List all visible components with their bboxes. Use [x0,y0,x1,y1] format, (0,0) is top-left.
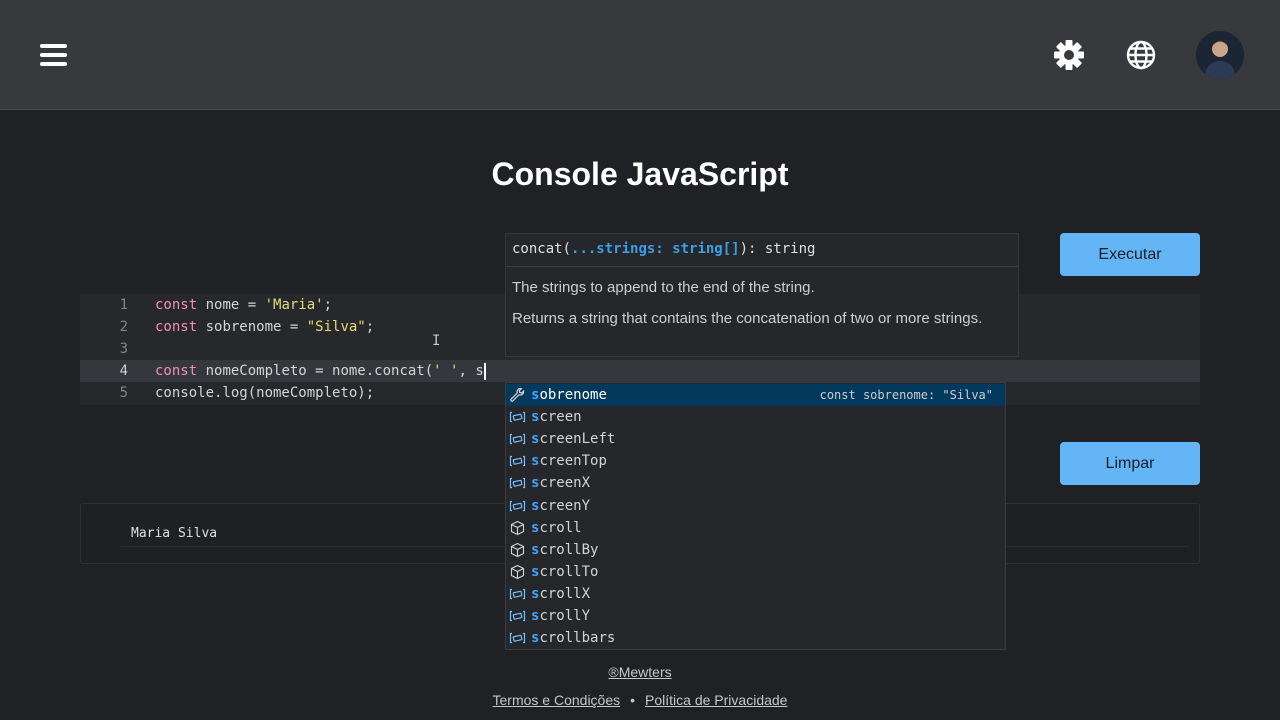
line-number: 1 [119,297,128,313]
suggestion-item[interactable]: scrollBy [506,539,1005,561]
footer-brand-link[interactable]: ®Mewters [0,664,1280,680]
run-button[interactable]: Executar [1060,233,1200,276]
suggestion-label: screenY [531,495,590,517]
line-number: 5 [119,385,128,401]
suggestion-rest: croll [539,519,582,536]
divider [506,266,1018,267]
wrench-icon [509,387,526,403]
text-cursor-icon: I [432,333,441,349]
globe-icon[interactable] [1124,38,1158,72]
top-bar [0,0,1280,110]
privacy-link[interactable]: Política de Privacidade [645,692,787,708]
code-text: const nome = 'Maria'; [155,294,332,316]
suggestion-label: scrollTo [531,561,598,583]
keyword-token: const [155,319,198,335]
suggestion-label: scrollX [531,583,590,605]
method-cube-icon [509,564,526,580]
suggestion-item[interactable]: sobrenome const sobrenome: "Silva" [506,384,1005,406]
code-line-4: 4 const nomeCompleto = nome.concat(' ', … [80,360,1200,382]
keyword-token: const [155,297,198,313]
suggestion-rest: crollY [539,608,591,624]
autocomplete-list[interactable]: sobrenome const sobrenome: "Silva" screen s… [505,382,1006,650]
line-number: 4 [119,363,128,379]
text-caret [483,362,486,380]
suggestion-label: scrollbars [531,627,615,649]
suggestion-label: screenTop [531,450,607,472]
code-token: nomeCompleto = nome.concat( [197,363,434,379]
variable-icon [509,431,526,447]
variable-icon [509,409,526,425]
method-cube-icon [509,520,526,536]
suggestion-item[interactable]: scrollX [506,583,1005,605]
variable-icon [509,630,526,646]
variable-icon [509,608,526,624]
suggestion-rest: creenLeft [539,431,616,448]
suggestion-rest: crollX [539,585,591,602]
suggestion-item[interactable]: scrollbars [506,627,1005,649]
suggestion-detail: const sobrenome: "Silva" [819,388,993,402]
variable-icon [509,475,526,491]
string-token: "Silva" [306,319,366,335]
suggestion-item[interactable]: scroll [506,517,1005,539]
page-title: Console JavaScript [491,156,789,192]
suggestion-item[interactable]: screenLeft [506,428,1005,450]
separator: • [630,692,636,708]
variable-icon [509,586,526,602]
suggestion-item[interactable]: screenY [506,495,1005,517]
variable-icon [509,453,526,469]
suggestion-label: screenX [531,472,590,494]
function-doc: Returns a string that contains the conca… [512,310,983,327]
string-token: ' ' [433,363,459,379]
clear-button[interactable]: Limpar [1060,442,1200,485]
code-token: ; [323,297,333,313]
hamburger-menu-icon[interactable] [40,42,70,68]
line-number: 3 [119,341,128,357]
code-text: const sobrenome = "Silva"; [155,316,374,338]
suggestion-item[interactable]: screen [506,406,1005,428]
suggestion-rest: creen [539,409,582,426]
suggestion-rest: crollbars [539,630,616,647]
avatar[interactable] [1196,31,1244,79]
suggestion-item[interactable]: screenX [506,472,1005,494]
line-number: 2 [119,319,128,335]
suggestion-label: screenLeft [531,428,615,450]
signature-suffix: ): string [739,241,816,257]
function-signature: concat(...strings: string[]): string [512,241,815,257]
suggestion-label: screen [531,406,582,428]
suggestion-item[interactable]: scrollTo [506,561,1005,583]
code-token: , s [458,363,484,379]
suggestion-rest: crollBy [539,541,599,558]
terms-link[interactable]: Termos e Condições [493,692,621,708]
signature-parameter: ...strings: string[] [571,241,740,257]
suggestion-label: scrollBy [531,539,598,561]
suggestion-item[interactable]: screenTop [506,450,1005,472]
code-token: ; [365,319,375,335]
code-token: nome = [197,297,265,313]
parameter-hint-tooltip: concat(...strings: string[]): string The… [505,233,1019,357]
method-cube-icon [509,542,526,558]
suggestion-item[interactable]: scrollY [506,605,1005,627]
variable-icon [509,498,526,514]
parameter-doc: The strings to append to the end of the … [512,279,815,296]
code-text: console.log(nomeCompleto); [155,382,374,404]
suggestion-rest: obrenome [539,387,607,403]
code-text: const nomeCompleto = nome.concat(' ', s [155,360,486,382]
signature-prefix: concat( [512,241,572,257]
string-token: 'Maria' [264,297,324,313]
suggestion-label: scrollY [531,605,590,627]
suggestion-label: scroll [531,517,582,539]
code-token: console.log(nomeCompleto); [155,385,375,401]
footer-links: Termos e Condições • Política de Privacida… [0,692,1280,708]
output-text: Maria Silva [131,526,218,541]
suggestion-rest: crollTo [539,563,599,580]
suggestion-rest: creenX [539,475,591,492]
suggestion-rest: creenY [539,497,591,514]
code-token: sobrenome = [197,319,307,335]
keyword-token: const [155,363,198,379]
suggestion-rest: creenTop [539,453,607,470]
suggestion-label: sobrenome [531,384,607,406]
gear-icon[interactable] [1052,38,1086,72]
